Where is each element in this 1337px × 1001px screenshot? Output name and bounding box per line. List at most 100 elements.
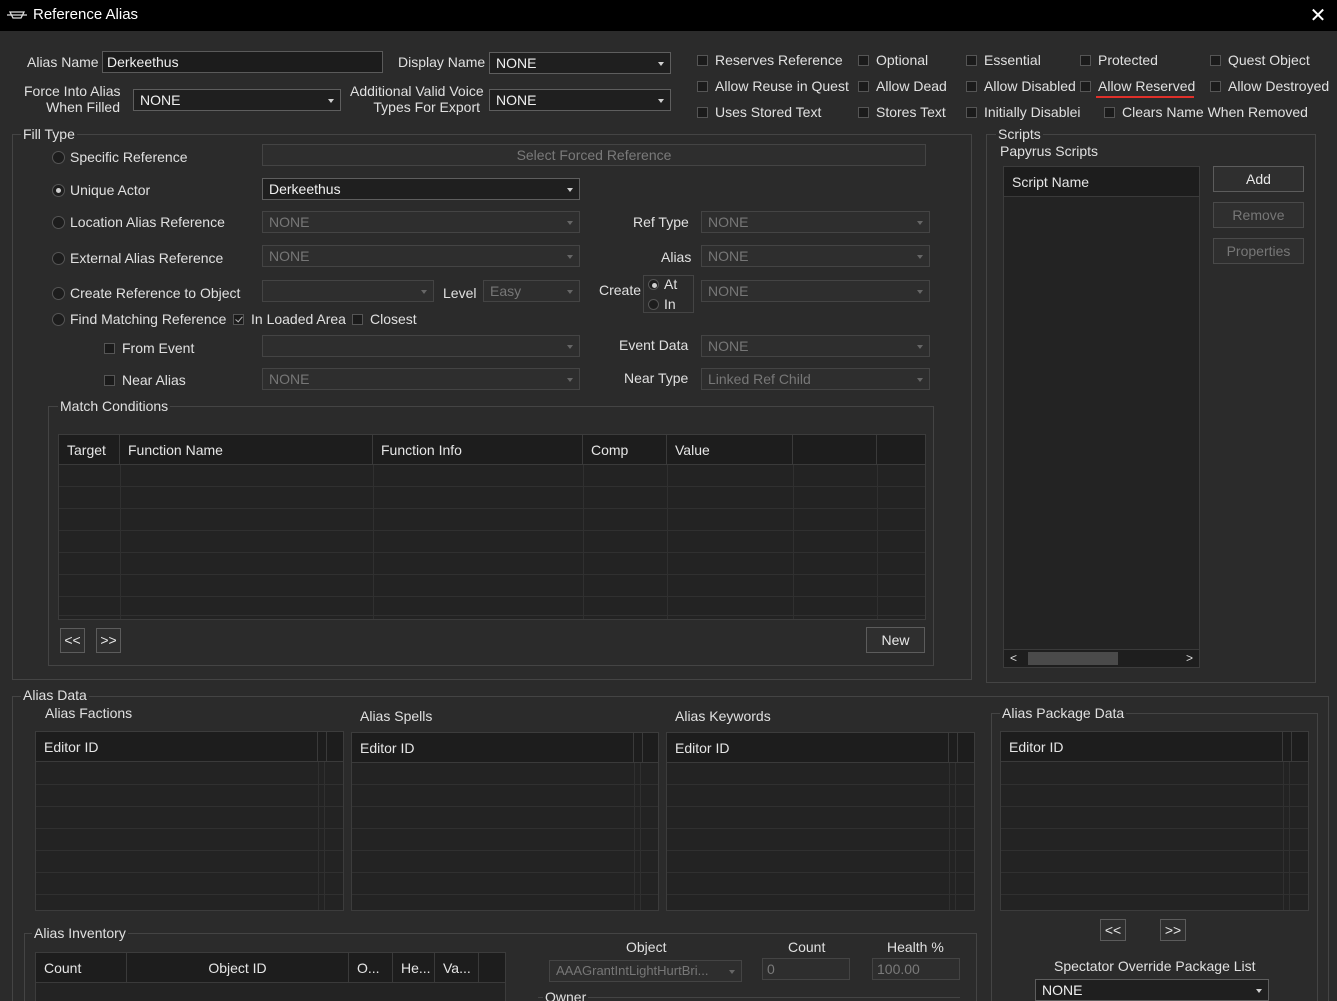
- column-header-count[interactable]: Count: [36, 953, 127, 983]
- column-header-health[interactable]: He...: [393, 953, 435, 983]
- location-alias-radio[interactable]: Location Alias Reference: [52, 214, 225, 230]
- allow-dead-checkbox[interactable]: Allow Dead: [858, 78, 947, 94]
- checkbox-box: [104, 342, 115, 354]
- column-header-script-name[interactable]: Script Name: [1004, 167, 1199, 197]
- column-header-editor-id[interactable]: Editor ID: [352, 733, 634, 763]
- grid-line: [955, 763, 956, 910]
- object-select[interactable]: AAAGrantIntLightHurtBri...: [549, 960, 742, 982]
- scripts-list[interactable]: Script Name < >: [1003, 166, 1200, 668]
- near-type-select[interactable]: Linked Ref Child: [701, 368, 930, 390]
- event-data-select[interactable]: NONE: [701, 335, 930, 357]
- select-forced-reference-button[interactable]: Select Forced Reference: [262, 144, 926, 166]
- external-alias-radio[interactable]: External Alias Reference: [52, 250, 223, 266]
- stores-text-checkbox[interactable]: Stores Text: [858, 104, 946, 120]
- column-header-editor-id[interactable]: Editor ID: [1001, 732, 1283, 762]
- allow-reserved-checkbox[interactable]: Allow Reserved: [1080, 78, 1195, 94]
- column-header-editor-id[interactable]: Editor ID: [36, 732, 318, 762]
- column-header-extra-1[interactable]: [793, 435, 877, 465]
- conditions-next-button[interactable]: >>: [96, 628, 121, 653]
- column-header-value[interactable]: Va...: [435, 953, 479, 983]
- create-location-select[interactable]: NONE: [701, 280, 930, 302]
- initially-disabled-checkbox[interactable]: Initially Disablei: [966, 104, 1084, 120]
- radio-label: Create Reference to Object: [70, 285, 241, 301]
- conditions-prev-button[interactable]: <<: [60, 628, 85, 653]
- alias-factions-list[interactable]: Editor ID: [35, 731, 344, 911]
- spectator-override-select[interactable]: NONE: [1035, 979, 1269, 1001]
- create-reference-radio[interactable]: Create Reference to Object: [52, 285, 240, 301]
- clears-name-checkbox[interactable]: Clears Name When Removed: [1104, 104, 1308, 120]
- inventory-table[interactable]: Count Object ID O... He... Va...: [35, 952, 506, 1001]
- protected-checkbox[interactable]: Protected: [1080, 52, 1158, 68]
- specific-reference-radio[interactable]: Specific Reference: [52, 149, 188, 165]
- level-select[interactable]: Easy: [483, 280, 580, 302]
- table-header: Script Name: [1004, 167, 1199, 197]
- ref-type-select[interactable]: NONE: [701, 211, 930, 233]
- voice-types-label-line2: Types For Export: [373, 99, 480, 115]
- chevron-down-icon: [567, 221, 573, 225]
- alias-spells-list[interactable]: Editor ID: [351, 732, 659, 911]
- quest-object-checkbox[interactable]: Quest Object: [1210, 52, 1310, 68]
- display-name-select[interactable]: NONE: [489, 52, 671, 74]
- voice-types-select[interactable]: NONE: [489, 89, 671, 111]
- allow-disabled-checkbox[interactable]: Allow Disabled: [966, 78, 1076, 94]
- optional-checkbox[interactable]: Optional: [858, 52, 928, 68]
- alias-select[interactable]: NONE: [701, 245, 930, 267]
- count-input[interactable]: 0: [762, 958, 850, 980]
- column-header-editor-id[interactable]: Editor ID: [667, 733, 949, 763]
- add-script-button[interactable]: Add: [1213, 166, 1304, 192]
- essential-checkbox[interactable]: Essential: [966, 52, 1041, 68]
- force-into-alias-select[interactable]: NONE: [133, 89, 341, 111]
- closest-checkbox[interactable]: Closest: [352, 311, 417, 327]
- radio-label: Find Matching Reference: [70, 311, 227, 327]
- scrollbar-thumb[interactable]: [1028, 652, 1118, 665]
- column-header-object-id[interactable]: Object ID: [127, 953, 349, 983]
- near-alias-value: NONE: [269, 371, 310, 387]
- health-input[interactable]: 100.00: [872, 958, 960, 980]
- column-header-function-info[interactable]: Function Info: [373, 435, 583, 465]
- match-conditions-table[interactable]: Target Function Name Function Info Comp …: [58, 434, 926, 620]
- reserves-reference-checkbox[interactable]: Reserves Reference: [697, 52, 843, 68]
- external-alias-select[interactable]: NONE: [262, 245, 580, 267]
- in-loaded-area-checkbox[interactable]: In Loaded Area: [233, 311, 346, 327]
- grid-line: [59, 615, 925, 616]
- chevron-down-icon: [917, 290, 923, 294]
- uses-stored-text-checkbox[interactable]: Uses Stored Text: [697, 104, 821, 120]
- unique-actor-select[interactable]: Derkeethus: [262, 178, 580, 200]
- from-event-checkbox[interactable]: From Event: [104, 340, 194, 356]
- flag-label: Allow Dead: [876, 78, 947, 94]
- find-matching-radio[interactable]: Find Matching Reference: [52, 311, 226, 327]
- allow-reuse-checkbox[interactable]: Allow Reuse in Quest: [697, 78, 849, 94]
- column-header-owner[interactable]: O...: [349, 953, 393, 983]
- radio-label: Location Alias Reference: [70, 214, 225, 230]
- script-properties-button[interactable]: Properties: [1213, 238, 1304, 264]
- column-header-target[interactable]: Target: [59, 435, 120, 465]
- package-next-button[interactable]: >>: [1160, 919, 1186, 941]
- create-at-radio[interactable]: At: [648, 276, 677, 292]
- column-header-extra-2[interactable]: [877, 435, 925, 465]
- create-reference-select[interactable]: [262, 280, 434, 302]
- alias-package-list[interactable]: Editor ID: [1000, 731, 1309, 911]
- flag-label: Initially Disablei: [984, 104, 1081, 120]
- from-event-select[interactable]: [262, 335, 580, 357]
- near-alias-select[interactable]: NONE: [262, 368, 580, 390]
- location-alias-select[interactable]: NONE: [262, 211, 580, 233]
- alias-keywords-list[interactable]: Editor ID: [666, 732, 975, 911]
- allow-destroyed-checkbox[interactable]: Allow Destroyed: [1210, 78, 1329, 94]
- radio-dot: [52, 150, 65, 164]
- horizontal-scrollbar[interactable]: < >: [1004, 649, 1199, 667]
- level-label: Level: [443, 285, 477, 301]
- unique-actor-radio[interactable]: Unique Actor: [52, 182, 150, 198]
- alias-name-input[interactable]: Derkeethus: [102, 51, 383, 73]
- column-header-function-name[interactable]: Function Name: [120, 435, 373, 465]
- create-in-radio[interactable]: In: [648, 296, 676, 312]
- new-condition-button[interactable]: New: [866, 627, 925, 653]
- column-header-value[interactable]: Value: [667, 435, 793, 465]
- remove-script-button[interactable]: Remove: [1213, 202, 1304, 228]
- column-header-comp[interactable]: Comp: [583, 435, 667, 465]
- package-prev-button[interactable]: <<: [1100, 919, 1126, 941]
- display-name-label: Display Name: [398, 54, 486, 70]
- scroll-left-icon[interactable]: <: [1010, 651, 1017, 665]
- near-alias-checkbox[interactable]: Near Alias: [104, 372, 186, 388]
- scroll-right-icon[interactable]: >: [1186, 651, 1193, 665]
- close-icon[interactable]: ✕: [1307, 3, 1329, 28]
